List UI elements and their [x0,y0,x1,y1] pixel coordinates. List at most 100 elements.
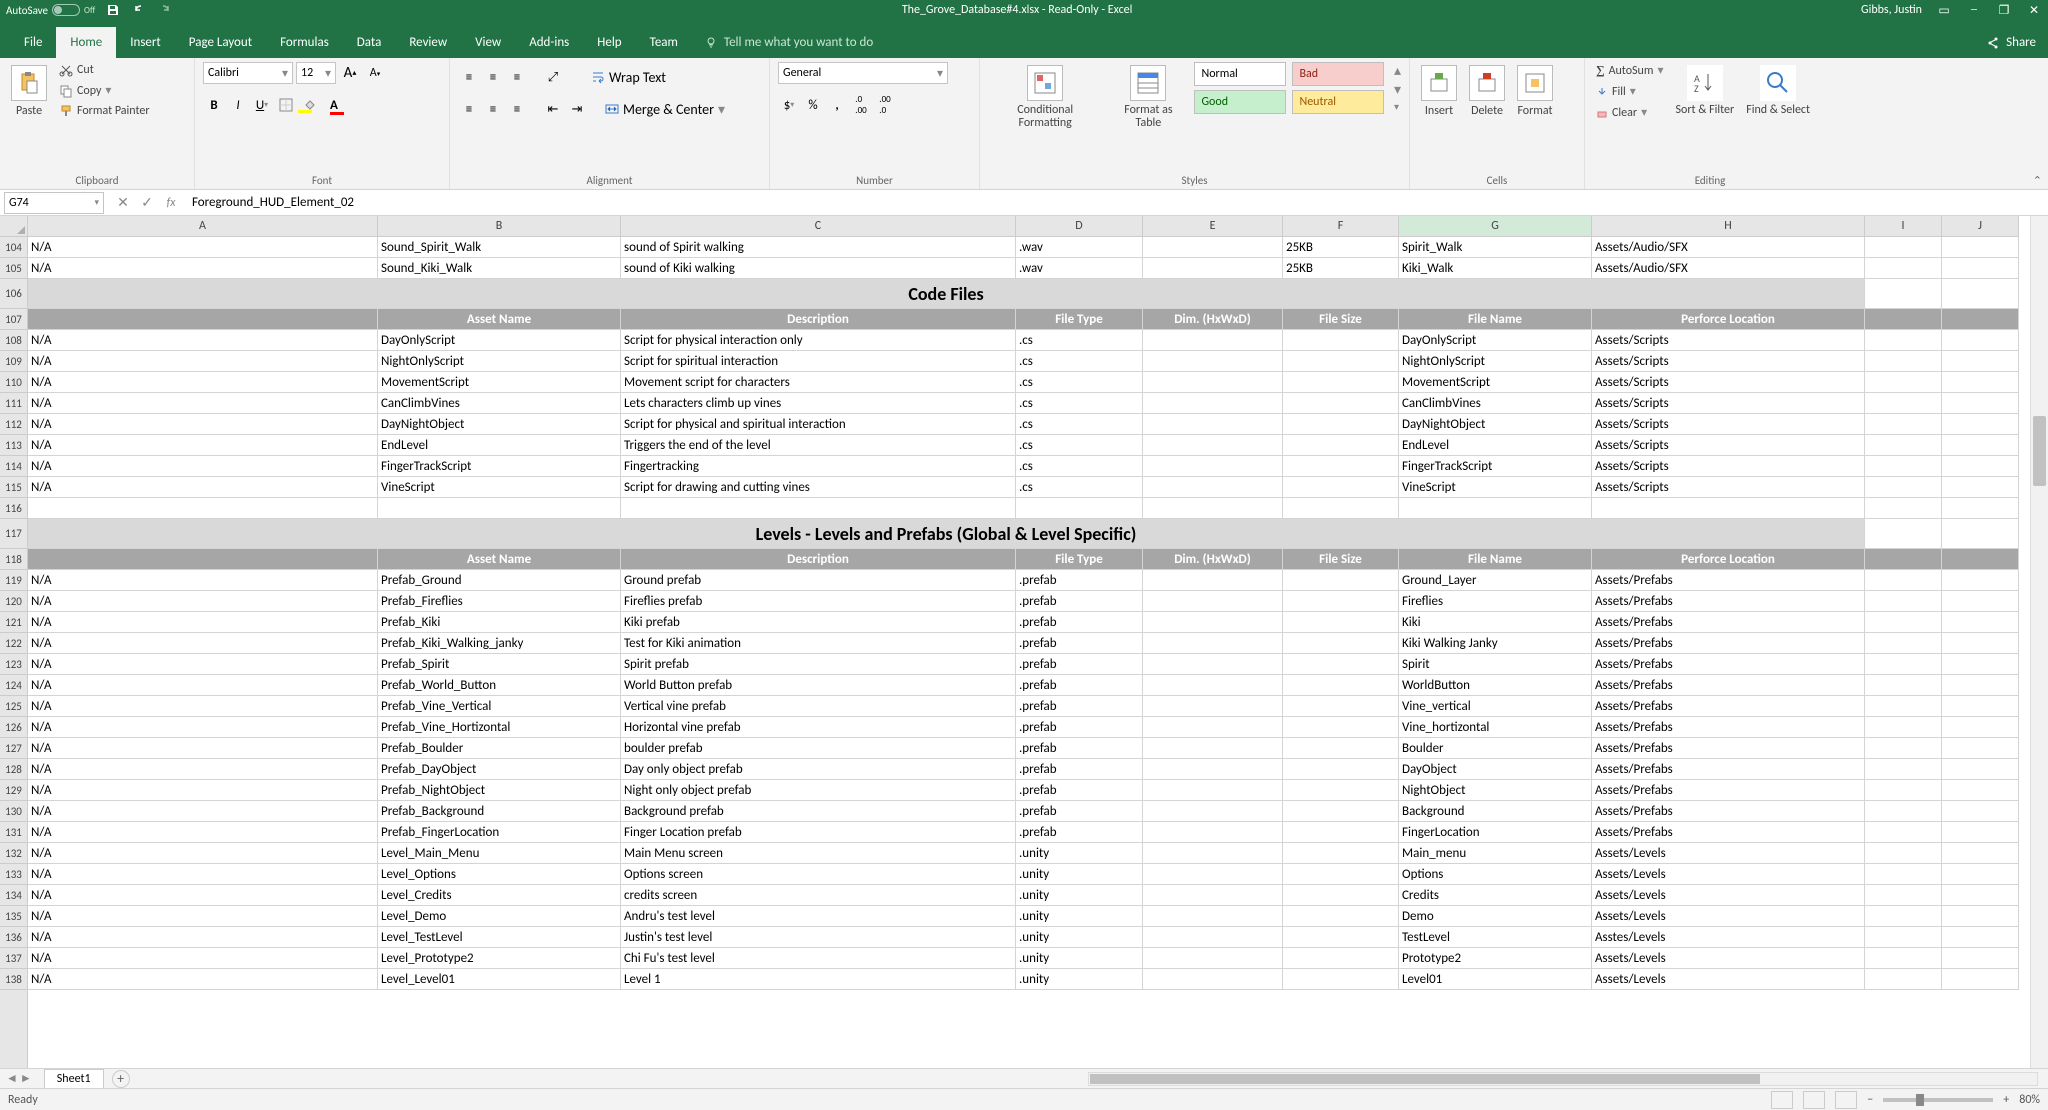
cell[interactable]: N/A [28,969,378,990]
cell[interactable]: Assets/Audio/SFX [1592,237,1865,258]
cell[interactable]: .prefab [1016,654,1143,675]
cell[interactable]: .unity [1016,906,1143,927]
cell[interactable]: CanClimbVines [1399,393,1592,414]
cell[interactable]: World Button prefab [621,675,1016,696]
cell[interactable]: Script for physical interaction only [621,330,1016,351]
cell[interactable] [1865,969,1942,990]
cell[interactable]: N/A [28,393,378,414]
tab-review[interactable]: Review [395,27,461,58]
cell[interactable]: Prefab_Vine_Hortizontal [378,717,621,738]
cell[interactable]: Assets/Scripts [1592,435,1865,456]
cell[interactable] [1143,969,1283,990]
h-scrollbar-thumb[interactable] [1090,1074,1760,1084]
format-as-table-button[interactable]: Format as Table [1108,62,1188,133]
sheet-nav-next-icon[interactable]: ► [20,1071,32,1086]
cell[interactable] [1143,906,1283,927]
cell[interactable] [1143,843,1283,864]
normal-view-icon[interactable] [1771,1091,1793,1109]
cell[interactable] [1942,675,2019,696]
cell[interactable]: .prefab [1016,612,1143,633]
cell[interactable]: Level_TestLevel [378,927,621,948]
cell[interactable]: N/A [28,612,378,633]
cell[interactable]: Assets/Prefabs [1592,591,1865,612]
row-header[interactable]: 115 [0,477,27,498]
cell[interactable]: Spirit prefab [621,654,1016,675]
style-normal[interactable]: Normal [1194,62,1286,86]
increase-font-icon[interactable]: A▴ [339,62,361,84]
cell[interactable]: Assets/Levels [1592,948,1865,969]
cell[interactable] [1942,885,2019,906]
column-heading-cell[interactable]: File Name [1399,309,1592,330]
cell[interactable]: .prefab [1016,696,1143,717]
fill-button[interactable]: Fill ▾ [1593,83,1666,100]
cell[interactable]: Prefab_Spirit [378,654,621,675]
cell[interactable]: .wav [1016,258,1143,279]
redo-icon[interactable] [157,2,173,18]
cell[interactable]: Prototype2 [1399,948,1592,969]
column-heading-cell[interactable]: Dim. (HxWxD) [1143,549,1283,570]
style-good[interactable]: Good [1194,90,1286,114]
cell[interactable] [1942,591,2019,612]
cell[interactable]: Level_Level01 [378,969,621,990]
cell[interactable]: Main_menu [1399,843,1592,864]
cell[interactable]: Script for spiritual interaction [621,351,1016,372]
cell[interactable]: WorldButton [1399,675,1592,696]
cell[interactable]: Options screen [621,864,1016,885]
copy-button[interactable]: Copy ▾ [56,82,153,99]
cell[interactable]: MovementScript [1399,372,1592,393]
tab-page-layout[interactable]: Page Layout [175,27,266,58]
cell[interactable]: N/A [28,843,378,864]
cell[interactable]: VineScript [1399,477,1592,498]
cell[interactable]: Kiki Walking Janky [1399,633,1592,654]
delete-cells-button[interactable]: Delete [1466,62,1508,121]
font-size-select[interactable]: 12▾ [296,62,336,84]
cell[interactable] [1942,822,2019,843]
cell[interactable]: Sound_Spirit_Walk [378,237,621,258]
cell[interactable] [1283,906,1399,927]
cell[interactable] [1283,864,1399,885]
insert-cells-button[interactable]: Insert [1418,62,1460,121]
cell[interactable]: .prefab [1016,801,1143,822]
row-header[interactable]: 116 [0,498,27,519]
cell[interactable] [378,498,621,519]
cell[interactable] [1942,435,2019,456]
cell[interactable] [1143,570,1283,591]
cell[interactable]: N/A [28,570,378,591]
cell[interactable]: .prefab [1016,759,1143,780]
cell[interactable]: .prefab [1016,675,1143,696]
cell[interactable] [1942,948,2019,969]
cell[interactable] [1283,591,1399,612]
cell[interactable]: VineScript [378,477,621,498]
cell[interactable]: TestLevel [1399,927,1592,948]
cell[interactable]: Level_Options [378,864,621,885]
cell[interactable]: DayNightObject [1399,414,1592,435]
cell[interactable]: N/A [28,948,378,969]
cell[interactable] [1942,969,2019,990]
cell[interactable] [1865,414,1942,435]
cell[interactable]: .cs [1016,435,1143,456]
tab-insert[interactable]: Insert [116,27,175,58]
align-right-icon[interactable]: ≡ [506,98,528,120]
cell[interactable] [1865,927,1942,948]
cell[interactable]: Prefab_NightObject [378,780,621,801]
sheet-nav-prev-icon[interactable]: ◄ [6,1071,18,1086]
cell[interactable] [1283,885,1399,906]
cell[interactable]: N/A [28,591,378,612]
row-header[interactable]: 118 [0,549,27,570]
cell[interactable] [1865,717,1942,738]
cell[interactable] [1283,477,1399,498]
cell[interactable] [1942,843,2019,864]
cell[interactable]: Assets/Scripts [1592,414,1865,435]
cell[interactable] [1143,675,1283,696]
cell[interactable]: Triggers the end of the level [621,435,1016,456]
cell[interactable]: Prefab_DayObject [378,759,621,780]
column-heading-cell[interactable]: Perforce Location [1592,549,1865,570]
cell[interactable]: Prefab_Vine_Vertical [378,696,621,717]
row-header[interactable]: 119 [0,570,27,591]
cell[interactable]: Movement script for characters [621,372,1016,393]
cell[interactable]: FingerTrackScript [1399,456,1592,477]
cell[interactable]: Assets/Prefabs [1592,780,1865,801]
cell[interactable] [1143,801,1283,822]
cell[interactable]: .unity [1016,864,1143,885]
cell[interactable] [1942,738,2019,759]
